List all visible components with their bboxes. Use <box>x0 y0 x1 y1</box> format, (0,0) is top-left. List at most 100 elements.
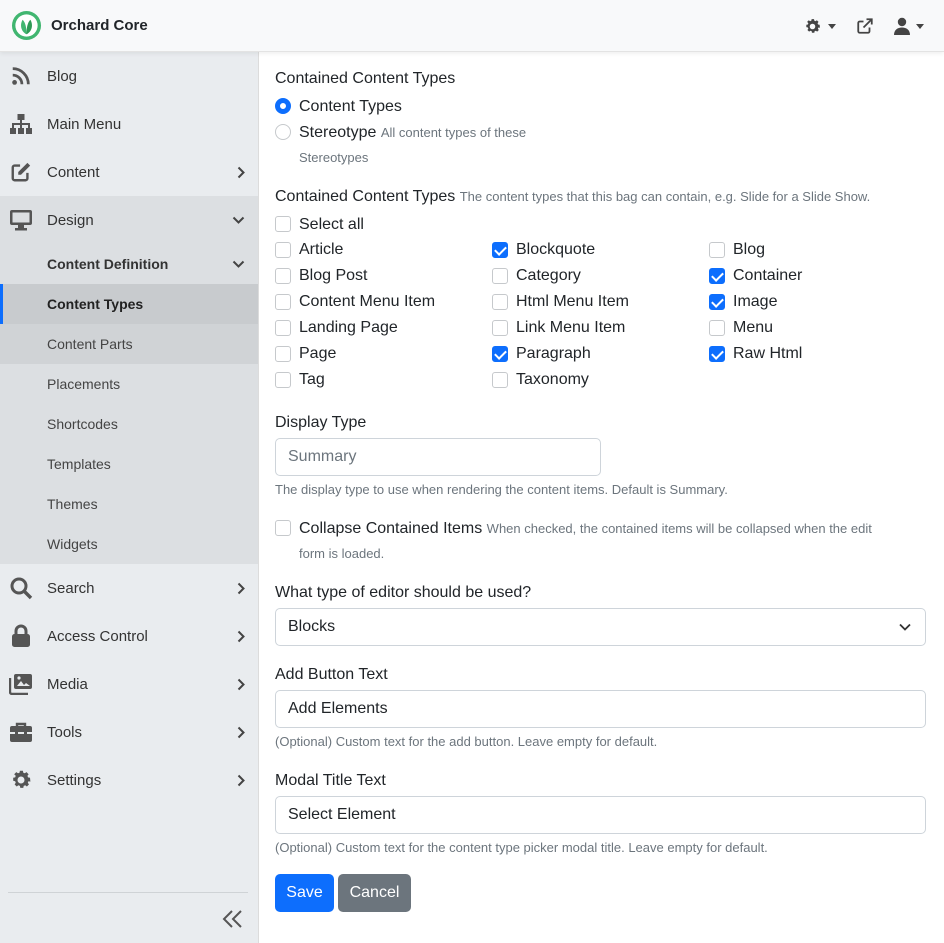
checkbox-label-menu[interactable]: Menu <box>733 319 773 337</box>
sidebar-item-search[interactable]: Search <box>0 564 258 612</box>
sidebar-item-tools[interactable]: Tools <box>0 708 258 756</box>
sidebar-item-content[interactable]: Content <box>0 148 258 196</box>
sidebar-item-themes[interactable]: Themes <box>0 484 258 524</box>
chevron-right-icon <box>237 726 245 739</box>
checkbox-label-blog-post[interactable]: Blog Post <box>299 267 367 285</box>
user-icon <box>894 17 910 35</box>
modal-title-input[interactable]: Select Element <box>275 796 926 834</box>
collapse-hint: When checked, the contained items will b… <box>486 521 872 536</box>
checkbox-label-container[interactable]: Container <box>733 267 802 285</box>
checkbox-label-blockquote[interactable]: Blockquote <box>516 241 595 259</box>
sidebar-item-content-types[interactable]: Content Types <box>0 284 258 324</box>
checkbox-label-paragraph[interactable]: Paragraph <box>516 345 591 363</box>
sidebar-item-label: Settings <box>47 771 102 789</box>
checkbox-html-menu-item[interactable] <box>492 294 508 310</box>
checkbox-label-html-menu-item[interactable]: Html Menu Item <box>516 293 629 311</box>
display-type-hint: The display type to use when rendering t… <box>275 482 728 497</box>
checkbox-paragraph[interactable] <box>492 346 508 362</box>
add-button-label: Add Button Text <box>275 666 388 683</box>
checkbox-article[interactable] <box>275 242 291 258</box>
display-type-input[interactable]: Summary <box>275 438 601 476</box>
sidebar-item-widgets[interactable]: Widgets <box>0 524 258 564</box>
cancel-button[interactable]: Cancel <box>338 874 411 912</box>
checkbox-raw-html[interactable] <box>709 346 725 362</box>
brand[interactable]: Orchard Core <box>11 10 148 41</box>
visit-site-button[interactable] <box>856 14 874 38</box>
select-all-checkbox[interactable] <box>275 216 291 232</box>
select-all-label[interactable]: Select all <box>299 216 364 234</box>
checkbox-landing-page[interactable] <box>275 320 291 336</box>
checkbox-label-image[interactable]: Image <box>733 293 777 311</box>
types-title: Contained Content Types The content type… <box>275 188 870 206</box>
checkbox-image[interactable] <box>709 294 725 310</box>
sidebar-item-templates[interactable]: Templates <box>0 444 258 484</box>
add-button-text-input[interactable]: Add Elements <box>275 690 926 728</box>
save-button[interactable]: Save <box>275 874 334 912</box>
checkbox-tag[interactable] <box>275 372 291 388</box>
sidebar-item-blog[interactable]: Blog <box>0 52 258 100</box>
editor-label: What type of editor should be used? <box>275 584 532 601</box>
sidebar-item-placements[interactable]: Placements <box>0 364 258 404</box>
stereotype-hint-2: Stereotypes <box>299 150 369 165</box>
external-link-icon <box>857 18 873 34</box>
collapse-label[interactable]: Collapse Contained Items When checked, t… <box>299 520 872 538</box>
chevron-right-icon <box>237 166 245 179</box>
checkbox-blog[interactable] <box>709 242 725 258</box>
user-menu-button[interactable] <box>894 14 924 38</box>
sidebar-item-label: Content <box>47 163 100 181</box>
sidebar-item-media[interactable]: Media <box>0 660 258 708</box>
sidebar-item-label: Content Types <box>47 296 144 312</box>
checkbox-label-raw-html[interactable]: Raw Html <box>733 345 802 363</box>
sidebar-item-shortcodes[interactable]: Shortcodes <box>0 404 258 444</box>
checkbox-label-tag[interactable]: Tag <box>299 371 325 389</box>
sidebar-item-label: Shortcodes <box>47 416 118 432</box>
sidebar-item-label: Blog <box>47 67 78 85</box>
sidebar-item-settings[interactable]: Settings <box>0 756 258 804</box>
sidebar-item-access-control[interactable]: Access Control <box>0 612 258 660</box>
sidebar-item-label: Content Definition <box>47 256 169 272</box>
images-icon <box>9 672 33 696</box>
chevron-right-icon <box>237 678 245 691</box>
sidebar-item-content-definition[interactable]: Content Definition <box>0 244 258 284</box>
toolbox-icon <box>9 720 33 744</box>
checkbox-label-category[interactable]: Category <box>516 267 581 285</box>
checkbox-label-article[interactable]: Article <box>299 241 343 259</box>
sidebar-item-content-parts[interactable]: Content Parts <box>0 324 258 364</box>
rss-icon <box>9 64 33 88</box>
double-chevron-left-icon <box>222 910 242 928</box>
add-button-hint: (Optional) Custom text for the add butto… <box>275 734 658 749</box>
checkbox-link-menu-item[interactable] <box>492 320 508 336</box>
checkbox-label-taxonomy[interactable]: Taxonomy <box>516 371 589 389</box>
sidebar-item-label: Templates <box>47 456 111 472</box>
checkbox-menu[interactable] <box>709 320 725 336</box>
editor-select[interactable]: Blocks <box>275 608 926 646</box>
checkbox-label-page[interactable]: Page <box>299 345 336 363</box>
checkbox-label-blog[interactable]: Blog <box>733 241 765 259</box>
radio-stereotype-label[interactable]: Stereotype All content types of these <box>299 124 526 142</box>
chevron-down-icon <box>916 23 924 29</box>
collapse-sidebar-button[interactable] <box>222 908 248 934</box>
checkbox-page[interactable] <box>275 346 291 362</box>
checkbox-label-landing-page[interactable]: Landing Page <box>299 319 398 337</box>
chevron-down-icon <box>828 23 836 29</box>
checkbox-blog-post[interactable] <box>275 268 291 284</box>
settings-menu-button[interactable] <box>803 14 836 38</box>
orchard-logo-icon <box>11 10 42 41</box>
collapse-label-text: Collapse Contained Items <box>299 520 483 537</box>
checkbox-content-menu-item[interactable] <box>275 294 291 310</box>
checkbox-category[interactable] <box>492 268 508 284</box>
checkbox-taxonomy[interactable] <box>492 372 508 388</box>
checkbox-label-content-menu-item[interactable]: Content Menu Item <box>299 293 435 311</box>
radio-stereotype[interactable] <box>275 124 291 140</box>
sidebar-item-main-menu[interactable]: Main Menu <box>0 100 258 148</box>
collapse-checkbox[interactable] <box>275 520 291 536</box>
sidebar-item-label: Access Control <box>47 627 148 645</box>
radio-content-types[interactable] <box>275 98 291 114</box>
checkbox-blockquote[interactable] <box>492 242 508 258</box>
radio-content-types-label[interactable]: Content Types <box>299 98 402 116</box>
chevron-down-icon <box>899 623 911 631</box>
chevron-right-icon <box>237 774 245 787</box>
checkbox-container[interactable] <box>709 268 725 284</box>
sidebar-item-design[interactable]: Design <box>0 196 258 244</box>
checkbox-label-link-menu-item[interactable]: Link Menu Item <box>516 319 625 337</box>
